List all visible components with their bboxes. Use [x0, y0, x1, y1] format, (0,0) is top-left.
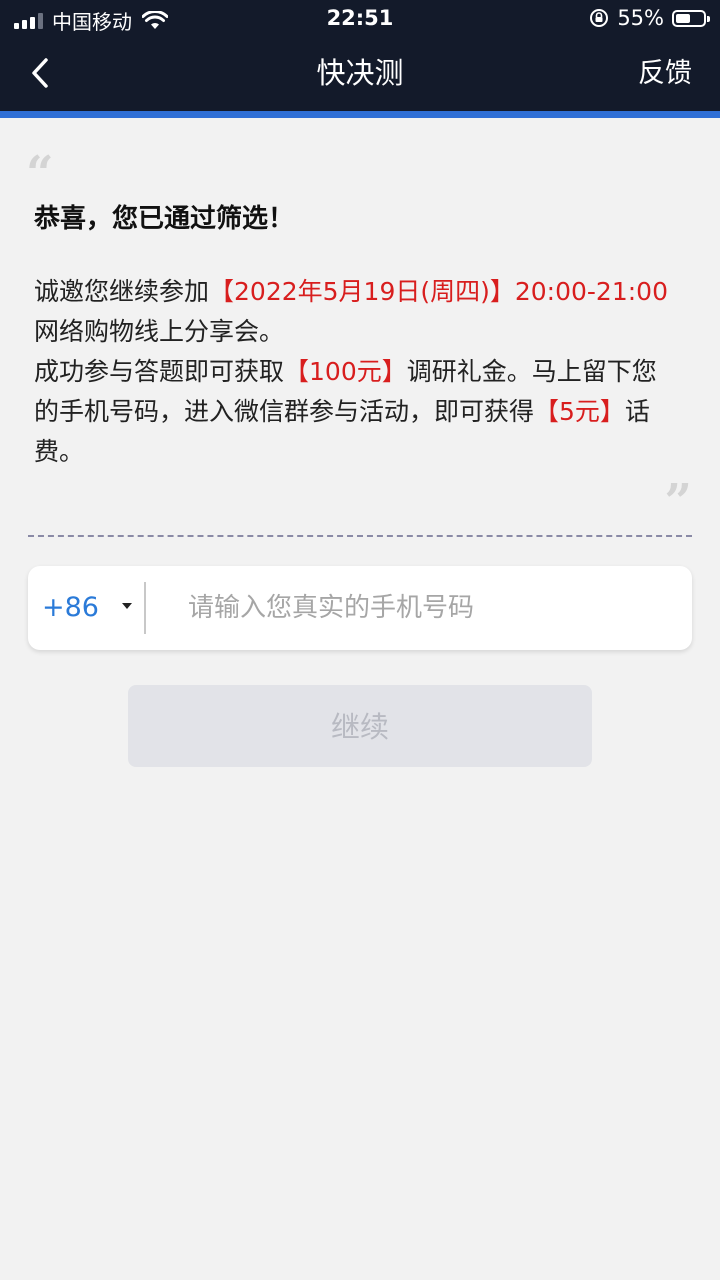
- continue-button[interactable]: 继续: [128, 685, 592, 767]
- battery-icon: [672, 9, 710, 27]
- field-separator: [144, 582, 146, 634]
- page-title: 快决测: [316, 56, 404, 90]
- rotation-lock-icon: [590, 9, 609, 27]
- invite-text-2: 网络购物线上分享会。: [34, 317, 285, 346]
- dashed-divider: [28, 535, 692, 537]
- reward-text-1: 成功参与答题即可获取: [34, 357, 285, 386]
- status-right: 55%: [589, 6, 710, 30]
- nav-accent-bar: [0, 111, 720, 118]
- congrats-headline: 恭喜，您已通过筛选！: [34, 204, 295, 234]
- nav-bar: 快决测 反馈: [0, 36, 720, 111]
- phone-input-row: +86: [28, 566, 692, 650]
- open-quote-icon: “: [26, 146, 54, 202]
- feedback-button[interactable]: 反馈: [638, 36, 692, 111]
- reward-amount-highlight: 【100元】: [284, 357, 407, 386]
- invitation-text: 诚邀您继续参加【2022年5月19日(周四)】20:00-21:00 网络购物线…: [34, 272, 674, 472]
- country-code-select[interactable]: +86: [28, 566, 146, 650]
- battery-percent: 55%: [617, 6, 664, 30]
- invite-text-1: 诚邀您继续参加: [34, 277, 210, 306]
- phone-number-input[interactable]: [168, 566, 668, 650]
- close-quote-icon: ”: [664, 474, 692, 530]
- caret-down-icon: [122, 603, 132, 609]
- status-bar: 中国移动 22:51 55%: [0, 0, 720, 36]
- country-code-value: +86: [42, 592, 99, 623]
- phone-credit-highlight: 【5元】: [534, 397, 625, 426]
- event-time-highlight: 【2022年5月19日(周四)】20:00-21:00: [209, 277, 668, 306]
